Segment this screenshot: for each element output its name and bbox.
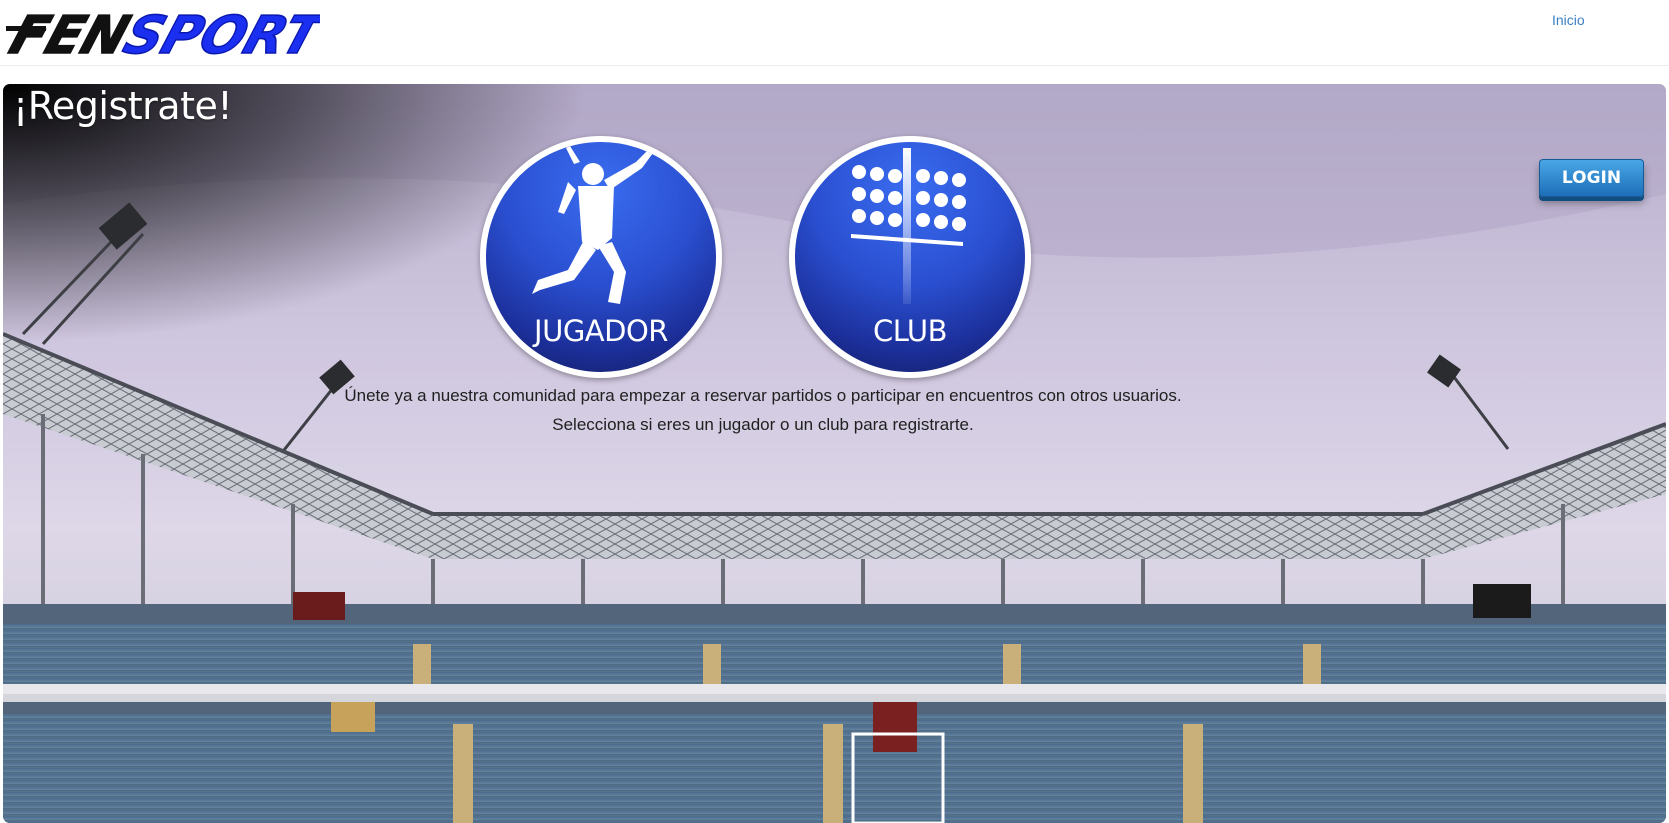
page-title: ¡Registrate! <box>13 84 233 128</box>
intro-line-1: Únete ya a nuestra comunidad para empeza… <box>344 386 1182 405</box>
top-navbar: FEN SPORT Inicio <box>0 0 1669 66</box>
fensport-logo[interactable]: FEN SPORT <box>4 6 320 62</box>
svg-text:SPORT: SPORT <box>117 6 320 62</box>
register-jugador-option[interactable]: JUGADOR <box>480 136 722 378</box>
register-hero: ¡Registrate! LOGIN JUGADOR CLUB Únete ya… <box>3 84 1666 823</box>
svg-text:FEN: FEN <box>4 6 137 62</box>
nav-link-inicio[interactable]: Inicio <box>1552 12 1585 28</box>
register-club-option[interactable]: CLUB <box>789 136 1031 378</box>
role-label-club: CLUB <box>872 314 948 348</box>
role-label-jugador: JUGADOR <box>534 314 668 348</box>
intro-line-2: Selecciona si eres un jugador o un club … <box>552 415 974 434</box>
login-button[interactable]: LOGIN <box>1539 159 1644 197</box>
